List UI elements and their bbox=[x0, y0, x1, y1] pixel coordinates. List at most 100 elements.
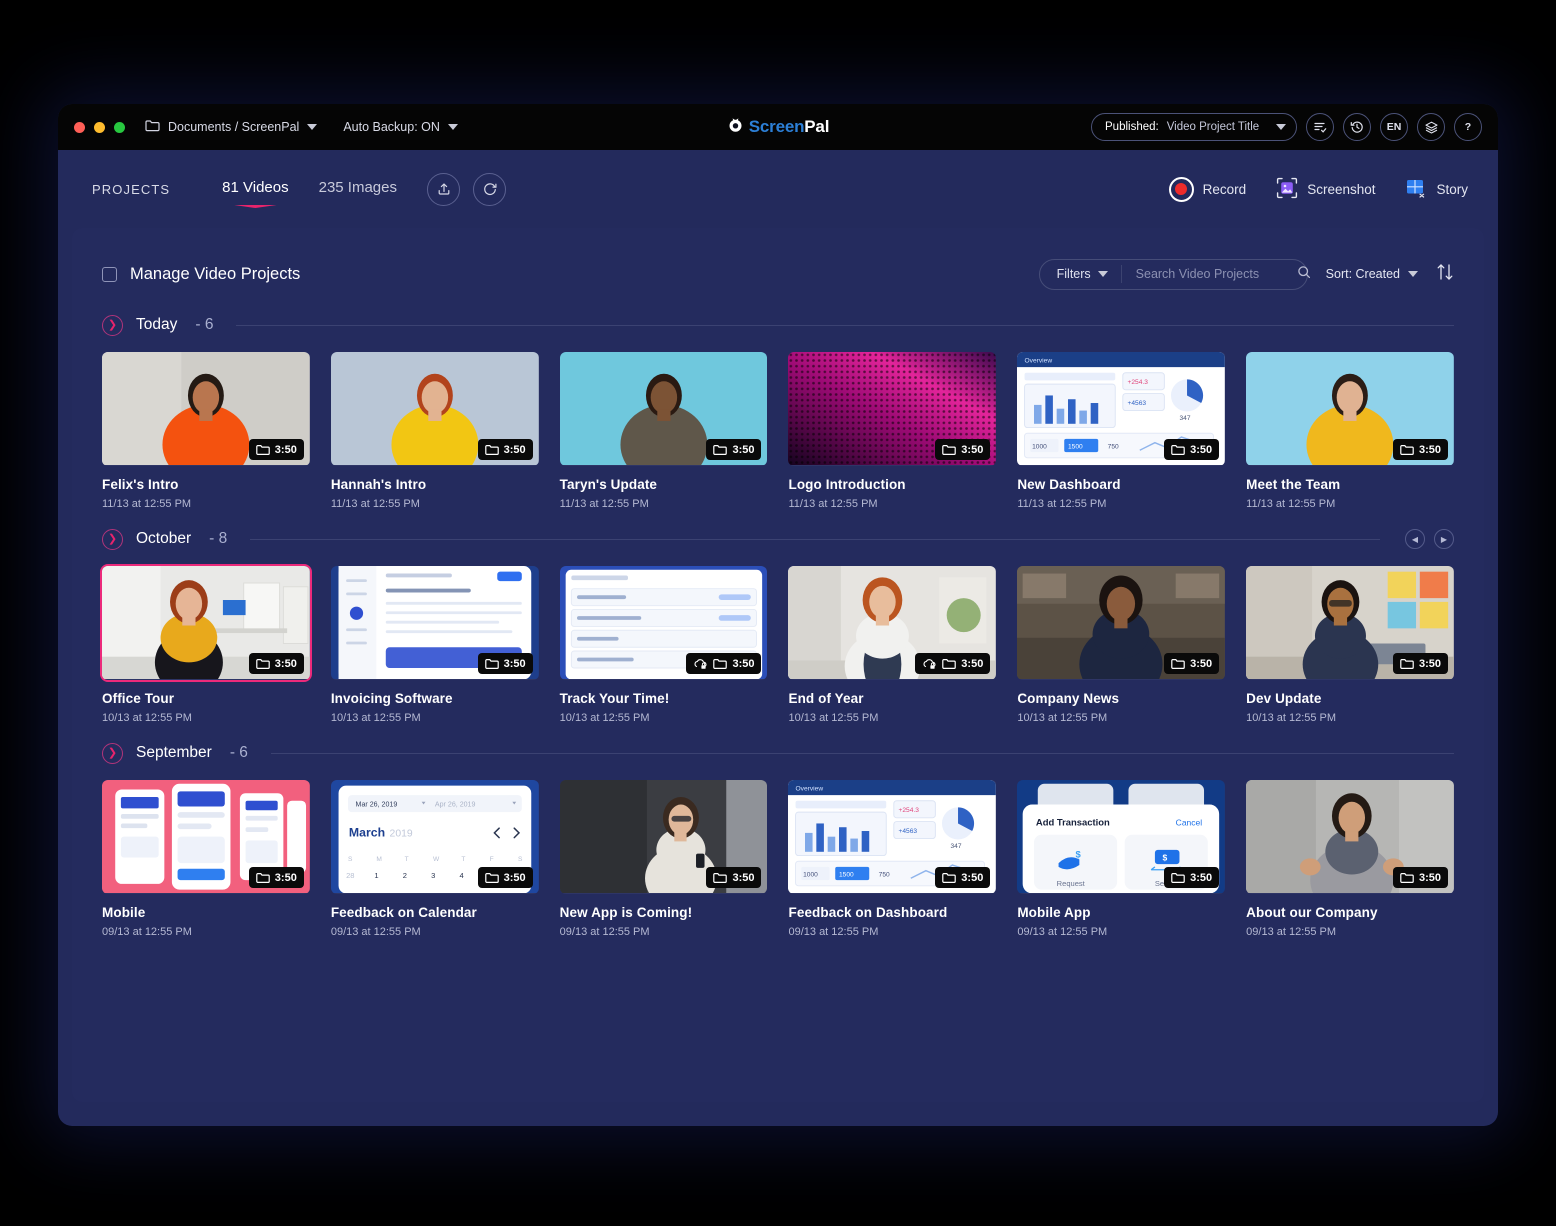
video-card[interactable]: 3:50 Logo Introduction 11/13 at 12:55 PM bbox=[788, 352, 997, 510]
duration-label: 3:50 bbox=[732, 871, 755, 884]
svg-text:750: 750 bbox=[879, 871, 890, 878]
video-thumbnail[interactable]: 3:50 bbox=[1017, 566, 1226, 680]
window-controls[interactable] bbox=[74, 121, 125, 133]
layers-button[interactable] bbox=[1417, 113, 1445, 141]
record-button[interactable]: Record bbox=[1168, 176, 1246, 202]
video-date: 10/13 at 12:55 PM bbox=[788, 712, 879, 724]
help-button[interactable]: ? bbox=[1454, 113, 1482, 141]
video-card[interactable]: 3:50 Office Tour 10/13 at 12:55 PM bbox=[100, 564, 312, 724]
projects-label: PROJECTS bbox=[92, 181, 171, 197]
scroll-right-button[interactable]: ▶ bbox=[1434, 529, 1454, 549]
video-thumbnail[interactable]: 3:50 bbox=[102, 780, 310, 894]
video-thumbnail[interactable]: 3:50 bbox=[330, 352, 539, 466]
video-card[interactable]: 3:50 Meet the Team 11/13 at 12:55 PM bbox=[1246, 352, 1454, 510]
section-expand-chevron-icon[interactable]: ❯ bbox=[102, 314, 123, 336]
duration-label: 3:50 bbox=[274, 657, 297, 670]
video-card[interactable]: 3:50 Track Your Time! 10/13 at 12:55 PM bbox=[559, 566, 768, 724]
video-card[interactable]: 3:50 New App is Coming! 09/13 at 12:55 PM bbox=[559, 780, 768, 938]
upload-icon[interactable] bbox=[427, 172, 460, 206]
video-thumbnail[interactable]: 3:50 bbox=[100, 564, 312, 682]
screenshot-button[interactable]: Screenshot bbox=[1276, 177, 1375, 202]
video-thumbnail[interactable]: 3:50 bbox=[788, 566, 997, 680]
duration-badge: 3:50 bbox=[1164, 867, 1220, 888]
projects-panel: Manage Video Projects Filters Search Vid… bbox=[72, 228, 1484, 1102]
duration-label: 3:50 bbox=[503, 871, 526, 884]
section-header: ❯ October - 8 ◀ ▶ bbox=[102, 524, 1454, 554]
video-date: 11/13 at 12:55 PM bbox=[1017, 498, 1107, 510]
video-thumbnail[interactable]: Overview +254.3 +4563 347 1000 1500 750 3:50 bbox=[788, 780, 997, 894]
folder-path-dropdown[interactable]: Documents / ScreenPal bbox=[145, 119, 318, 135]
section-expand-chevron-icon[interactable]: ❯ bbox=[102, 528, 123, 550]
video-card[interactable]: 3:50 Felix's Intro 11/13 at 12:55 PM bbox=[102, 352, 310, 510]
video-thumbnail[interactable]: 3:50 bbox=[559, 780, 768, 894]
video-date: 10/13 at 12:55 PM bbox=[559, 712, 650, 724]
folder-icon bbox=[255, 658, 270, 670]
sort-dropdown[interactable]: Sort: Created bbox=[1326, 267, 1418, 281]
svg-text:+4563: +4563 bbox=[1128, 400, 1147, 407]
minimize-window-button[interactable] bbox=[94, 121, 105, 133]
video-thumbnail[interactable]: 3:50 bbox=[102, 352, 310, 466]
video-title: Taryn's Update bbox=[559, 477, 658, 492]
video-thumbnail[interactable]: 3:50 bbox=[1246, 566, 1454, 680]
video-title: Hannah's Intro bbox=[330, 477, 427, 492]
video-card[interactable]: Overview +254.3 +4563 347 1000 1500 750 3:50 New… bbox=[1017, 352, 1226, 510]
section-expand-chevron-icon[interactable]: ❯ bbox=[102, 742, 123, 764]
video-thumbnail[interactable]: 3:50 bbox=[559, 352, 768, 466]
search-icon[interactable] bbox=[1297, 265, 1311, 284]
video-thumbnail[interactable]: 3:50 bbox=[559, 566, 768, 680]
search-input[interactable] bbox=[1135, 267, 1297, 281]
video-card[interactable]: 3:50 Mobile 09/13 at 12:55 PM bbox=[102, 780, 310, 938]
video-card[interactable]: 3:50 Taryn's Update 11/13 at 12:55 PM bbox=[559, 352, 768, 510]
video-title: New Dashboard bbox=[1017, 477, 1121, 492]
svg-text:S: S bbox=[518, 856, 523, 863]
video-date: 09/13 at 12:55 PM bbox=[1017, 926, 1108, 938]
scroll-left-button[interactable]: ◀ bbox=[1405, 529, 1425, 549]
tab-videos[interactable]: 81 Videos bbox=[222, 179, 288, 199]
svg-text:$: $ bbox=[1163, 852, 1168, 862]
video-card[interactable]: 3:50 Company News 10/13 at 12:55 PM bbox=[1017, 566, 1226, 724]
video-thumbnail[interactable]: 3:50 bbox=[1246, 780, 1454, 894]
video-thumbnail[interactable]: Overview +254.3 +4563 347 1000 1500 750 3:50 bbox=[1017, 352, 1226, 466]
duration-label: 3:50 bbox=[274, 443, 297, 456]
video-card[interactable]: Overview +254.3 +4563 347 1000 1500 750 3:50 Fee… bbox=[788, 780, 997, 938]
duration-badge: 3:50 bbox=[1392, 439, 1448, 460]
video-card[interactable]: 3:50 Dev Update 10/13 at 12:55 PM bbox=[1246, 566, 1454, 724]
svg-text:Overview: Overview bbox=[796, 785, 824, 792]
maximize-window-button[interactable] bbox=[114, 121, 125, 133]
folder-icon bbox=[255, 444, 270, 456]
folder-icon bbox=[942, 444, 957, 456]
video-card[interactable]: 3:50 Invoicing Software 10/13 at 12:55 PM bbox=[330, 566, 539, 724]
video-card[interactable]: 3:50 About our Company 09/13 at 12:55 PM bbox=[1246, 780, 1454, 938]
video-thumbnail[interactable]: Mar 26, 2019 Apr 26, 2019 March 2019 S M T W T F S… bbox=[330, 780, 539, 894]
publish-status-dropdown[interactable]: Published: Video Project Title bbox=[1091, 113, 1297, 141]
svg-text:Add Transaction: Add Transaction bbox=[1036, 817, 1110, 828]
sort-direction-button[interactable] bbox=[1436, 262, 1454, 287]
auto-backup-dropdown[interactable]: Auto Backup: ON bbox=[343, 120, 458, 134]
video-thumbnail[interactable]: Add TransactionCancel$Request$Send3:50 bbox=[1017, 780, 1226, 894]
screenshot-label: Screenshot bbox=[1307, 181, 1376, 197]
duration-badge: 3:50 bbox=[1392, 653, 1448, 674]
video-title: End of Year bbox=[788, 691, 864, 706]
video-card[interactable]: 3:50 Hannah's Intro 11/13 at 12:55 PM bbox=[330, 352, 539, 510]
close-window-button[interactable] bbox=[74, 121, 85, 133]
filters-dropdown[interactable]: Filters bbox=[1040, 265, 1122, 283]
svg-text:3: 3 bbox=[431, 871, 435, 880]
manage-right: Filters Sort: Created bbox=[1038, 258, 1454, 290]
video-card[interactable]: Add TransactionCancel$Request$Send3:50Mo… bbox=[1017, 780, 1226, 938]
restore-icon[interactable] bbox=[473, 172, 506, 206]
svg-text:T: T bbox=[461, 856, 465, 863]
screenpal-logo[interactable]: ScreenPal bbox=[727, 116, 829, 138]
tasks-list-button[interactable] bbox=[1306, 113, 1334, 141]
video-card[interactable]: Mar 26, 2019 Apr 26, 2019 March 2019 S M T W T F S… bbox=[330, 780, 539, 938]
video-thumbnail[interactable]: 3:50 bbox=[330, 566, 539, 680]
language-button[interactable]: EN bbox=[1380, 113, 1408, 141]
folder-icon bbox=[1171, 444, 1185, 456]
video-thumbnail[interactable]: 3:50 bbox=[1246, 352, 1454, 466]
select-all-checkbox[interactable] bbox=[102, 266, 117, 282]
video-thumbnail[interactable]: 3:50 bbox=[788, 352, 997, 466]
tab-images[interactable]: 235 Images bbox=[319, 179, 397, 199]
svg-text:1: 1 bbox=[374, 871, 378, 880]
story-button[interactable]: Story bbox=[1405, 177, 1468, 202]
video-card[interactable]: 3:50 End of Year 10/13 at 12:55 PM bbox=[788, 566, 997, 724]
history-button[interactable] bbox=[1343, 113, 1371, 141]
